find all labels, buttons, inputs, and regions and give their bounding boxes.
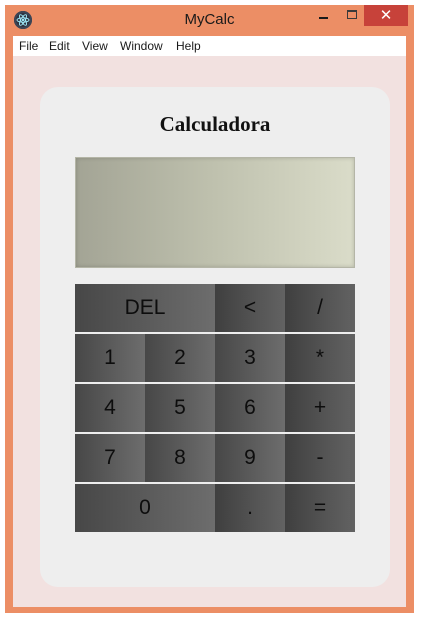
key-0-button[interactable]: 0 bbox=[75, 484, 215, 532]
menu-help[interactable]: Help bbox=[176, 39, 201, 53]
minus-button[interactable]: - bbox=[285, 434, 355, 482]
minimize-button[interactable] bbox=[310, 5, 336, 26]
key-4-button[interactable]: 4 bbox=[75, 384, 145, 432]
plus-button[interactable]: + bbox=[285, 384, 355, 432]
delete-button[interactable]: DEL bbox=[75, 284, 215, 332]
key-1-button[interactable]: 1 bbox=[75, 334, 145, 382]
title-bar[interactable]: MyCalc ✕ bbox=[5, 5, 414, 35]
key-2-button[interactable]: 2 bbox=[145, 334, 215, 382]
menu-view[interactable]: View bbox=[82, 39, 108, 53]
maximize-icon bbox=[347, 10, 357, 19]
app-window: MyCalc ✕ File Edit View Window Help Calc… bbox=[5, 5, 414, 613]
key-3-button[interactable]: 3 bbox=[215, 334, 285, 382]
decimal-button[interactable]: . bbox=[215, 484, 285, 532]
menu-edit[interactable]: Edit bbox=[49, 39, 70, 53]
menu-window[interactable]: Window bbox=[120, 39, 163, 53]
close-button[interactable]: ✕ bbox=[364, 5, 408, 26]
equals-button[interactable]: = bbox=[285, 484, 355, 532]
minimize-icon bbox=[319, 17, 328, 19]
key-8-button[interactable]: 8 bbox=[145, 434, 215, 482]
calculator-display bbox=[75, 157, 355, 268]
menu-bar: File Edit View Window Help bbox=[13, 36, 406, 56]
menu-file[interactable]: File bbox=[19, 39, 38, 53]
key-7-button[interactable]: 7 bbox=[75, 434, 145, 482]
calculator-card: Calculadora DEL < / 1 2 3 * 4 5 6 + 7 8 … bbox=[40, 87, 390, 587]
multiply-button[interactable]: * bbox=[285, 334, 355, 382]
key-9-button[interactable]: 9 bbox=[215, 434, 285, 482]
key-5-button[interactable]: 5 bbox=[145, 384, 215, 432]
divide-button[interactable]: / bbox=[285, 284, 355, 332]
key-6-button[interactable]: 6 bbox=[215, 384, 285, 432]
close-icon: ✕ bbox=[379, 6, 393, 24]
calculator-title: Calculadora bbox=[159, 112, 271, 136]
maximize-button[interactable] bbox=[338, 5, 364, 26]
backspace-button[interactable]: < bbox=[215, 284, 285, 332]
window-content: Calculadora DEL < / 1 2 3 * 4 5 6 + 7 8 … bbox=[13, 56, 406, 607]
